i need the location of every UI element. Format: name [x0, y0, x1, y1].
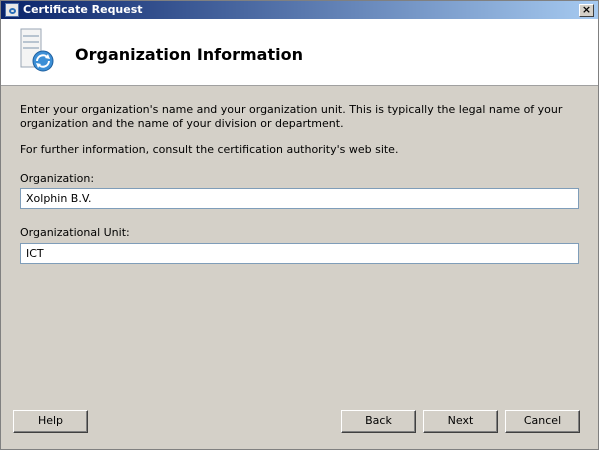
- organization-field[interactable]: Xolphin B.V.: [20, 188, 579, 209]
- back-button[interactable]: Back: [341, 410, 416, 433]
- cancel-button[interactable]: Cancel: [505, 410, 580, 433]
- organizational-unit-label: Organizational Unit:: [20, 226, 130, 239]
- organizational-unit-field[interactable]: ICT: [20, 243, 579, 264]
- title-bar[interactable]: Certificate Request ×: [1, 1, 598, 19]
- window-title: Certificate Request: [23, 3, 143, 16]
- wizard-header: Organization Information: [1, 19, 598, 86]
- certificate-app-icon: [5, 3, 19, 17]
- wizard-content: Enter your organization's name and your …: [1, 86, 598, 449]
- page-title: Organization Information: [75, 45, 303, 64]
- description-text: Enter your organization's name and your …: [20, 103, 563, 130]
- close-button[interactable]: ×: [579, 4, 594, 17]
- organization-label: Organization:: [20, 172, 95, 185]
- certificate-request-dialog: Certificate Request × Organization Infor…: [0, 0, 599, 450]
- certificate-server-icon: [20, 28, 54, 72]
- next-button[interactable]: Next: [423, 410, 498, 433]
- further-info-text: For further information, consult the cer…: [20, 143, 399, 156]
- help-button[interactable]: Help: [13, 410, 88, 433]
